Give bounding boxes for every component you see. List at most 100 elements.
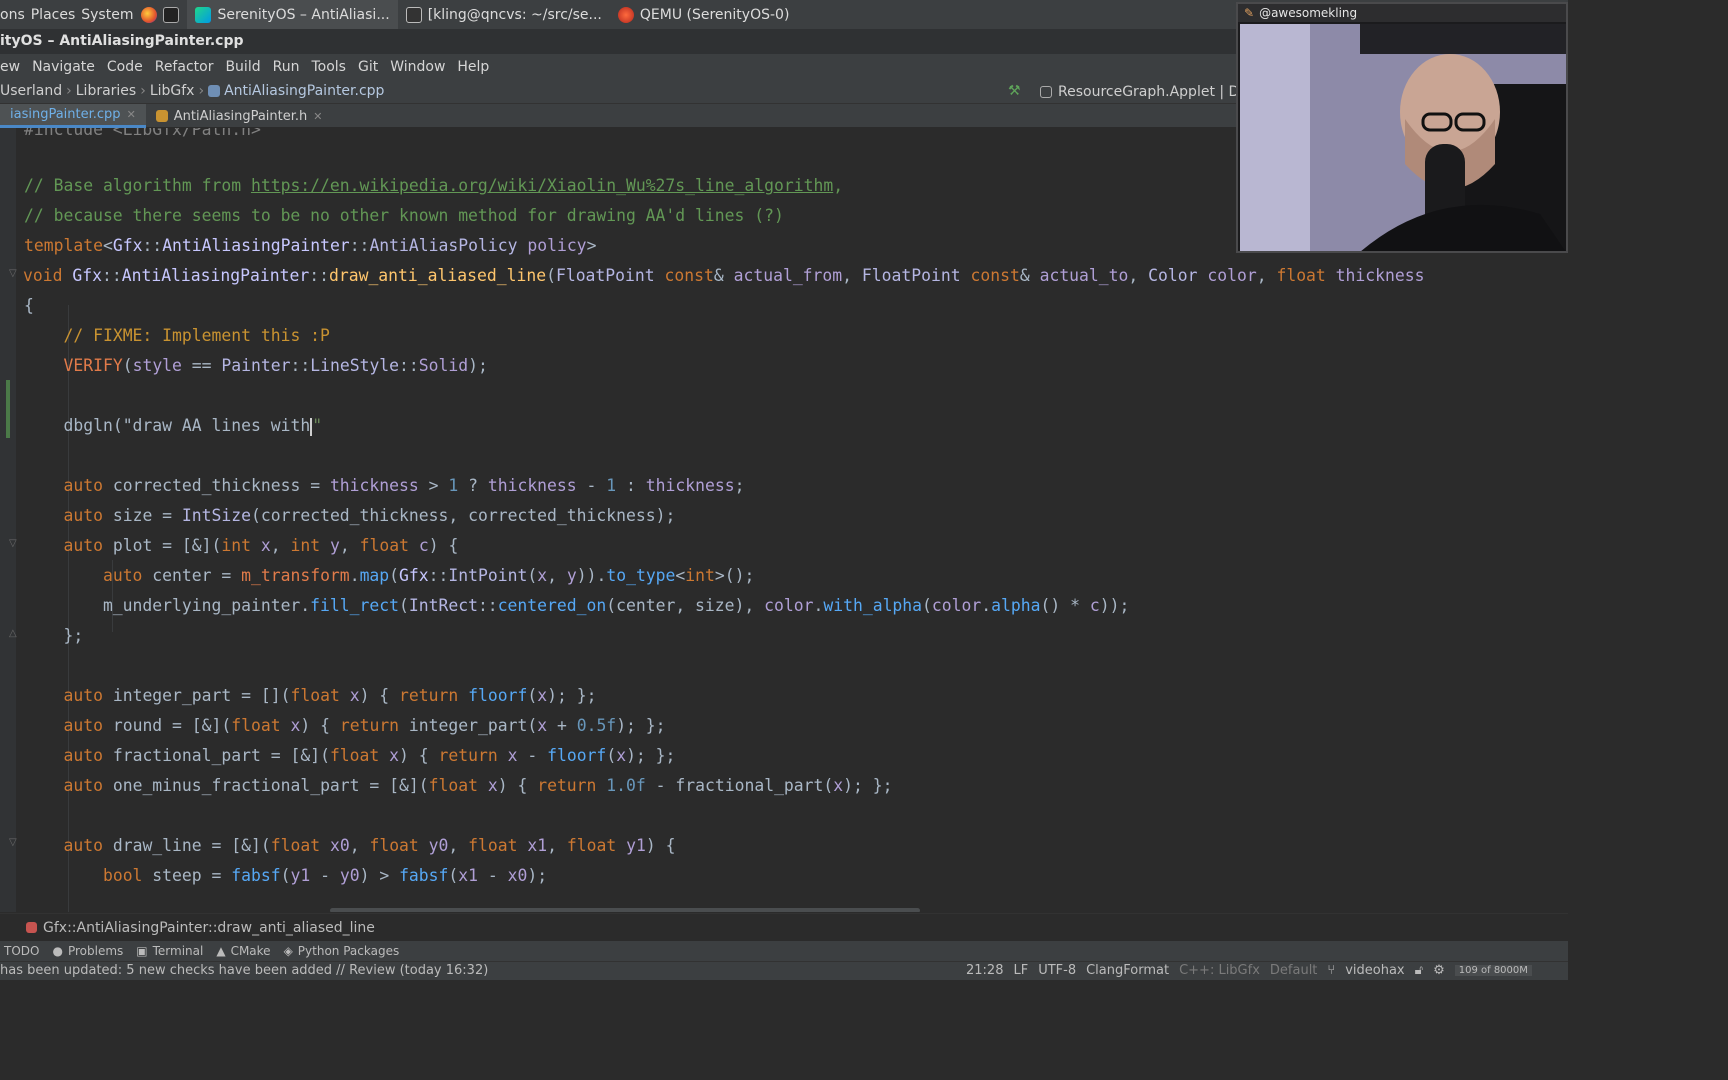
task-terminal-label: [kling@qncvs: ~/src/se...	[427, 6, 602, 23]
dbgln-call: dbgln("draw AA lines with	[63, 416, 311, 435]
line-separator[interactable]: LF	[1013, 963, 1028, 978]
task-qemu-label: QEMU (SerenityOS-0)	[639, 6, 790, 23]
crumb-file[interactable]: AntiAliasingPainter.cpp	[224, 83, 384, 99]
close-icon[interactable]: ✕	[127, 108, 136, 121]
menu-navigate[interactable]: Navigate	[32, 59, 107, 75]
task-qemu[interactable]: QEMU (SerenityOS-0)	[610, 0, 798, 29]
crumb-libraries[interactable]: Libraries	[76, 83, 136, 99]
packages-icon: ◈	[283, 944, 293, 958]
inspection-icon[interactable]: ⚙	[1433, 963, 1445, 978]
code-line: auto fractional_part = [&](float x) { re…	[63, 746, 676, 765]
tool-cmake-label: CMake	[230, 944, 271, 958]
comment-text: ,	[833, 176, 844, 195]
code-line: auto size = IntSize(corrected_thickness,…	[63, 506, 676, 525]
menu-places[interactable]: Places	[31, 7, 82, 23]
tab-header[interactable]: AntiAliasingPainter.h ✕	[146, 104, 333, 128]
code-line: template<Gfx::AntiAliasingPainter::AntiA…	[24, 236, 597, 255]
code-line: auto integer_part = [](float x) { return…	[63, 686, 597, 705]
tool-todo[interactable]: TODO	[0, 944, 48, 958]
code-line: auto plot = [&](int x, int y, float c) {	[63, 536, 459, 555]
crumb-libgfx[interactable]: LibGfx	[150, 83, 195, 99]
status-message[interactable]: has been updated: 5 new checks have been…	[0, 963, 488, 978]
editor-gutter[interactable]	[0, 128, 16, 912]
tool-window-bar: TODO ● Problems ▣ Terminal ▲ CMake ◈ Python …	[0, 941, 1568, 961]
task-terminal[interactable]: [kling@qncvs: ~/src/se...	[398, 0, 610, 29]
firefox-icon[interactable]	[141, 6, 158, 23]
caret-position[interactable]: 21:28	[966, 963, 1003, 978]
dbgln-quote: "	[312, 416, 323, 435]
git-branch[interactable]: videohax	[1345, 963, 1404, 978]
change-marker[interactable]	[6, 380, 10, 438]
tab-cpp-label: iasingPainter.cpp	[10, 107, 121, 122]
menu-window[interactable]: Window	[390, 59, 457, 75]
problems-icon: ●	[52, 944, 63, 958]
tool-problems-label: Problems	[67, 944, 124, 958]
menu-refactor[interactable]: Refactor	[155, 59, 226, 75]
memory-indicator[interactable]: 109 of 8000M	[1454, 965, 1532, 976]
close-icon[interactable]: ✕	[313, 110, 322, 123]
terminal-icon[interactable]	[163, 6, 180, 23]
menu-tools[interactable]: Tools	[311, 59, 358, 75]
streamer-video-frame	[1240, 24, 1566, 251]
header-file-icon	[155, 110, 168, 122]
tool-cmake[interactable]: ▲ CMake	[212, 944, 279, 958]
menu-applications[interactable]: ons	[0, 7, 31, 23]
task-clion[interactable]: SerenityOS – AntiAliasi...	[187, 0, 398, 29]
chevron-right-icon: ›	[66, 83, 72, 99]
run-configuration-selector[interactable]: ResourceGraph.Applet | De	[1040, 81, 1248, 102]
chevron-right-icon: ›	[198, 83, 205, 99]
tool-python-packages[interactable]: ◈ Python Packages	[280, 944, 409, 958]
fold-icon[interactable]: △	[9, 628, 21, 640]
build-hammer-icon[interactable]: ⚒	[1008, 83, 1024, 99]
profile-name[interactable]: Default	[1270, 963, 1318, 978]
lock-icon[interactable]: 🔓︎	[1415, 963, 1423, 978]
comment-text: // Base algorithm from	[24, 176, 251, 195]
qemu-icon	[617, 6, 634, 23]
code-line: // because there seems to be no other kn…	[24, 206, 784, 225]
code-line: VERIFY(style == Painter::LineStyle::Soli…	[63, 356, 488, 375]
menu-help[interactable]: Help	[457, 59, 501, 75]
crumb-userland[interactable]: Userland	[0, 83, 62, 99]
structure-breadcrumb[interactable]: Gfx::AntiAliasingPainter::draw_anti_alia…	[0, 913, 1568, 941]
code-line: auto corrected_thickness = thickness > 1…	[63, 476, 745, 495]
tool-terminal[interactable]: ▣ Terminal	[132, 944, 212, 958]
code-line: m_underlying_painter.fill_rect(IntRect::…	[24, 596, 1130, 615]
code-line: };	[24, 626, 84, 645]
resolve-context[interactable]: C++: LibGfx	[1179, 963, 1260, 978]
menu-git[interactable]: Git	[358, 59, 390, 75]
code-line: dbgln("draw AA lines with "	[24, 411, 322, 441]
code-formatter[interactable]: ClangFormat	[1086, 963, 1169, 978]
fold-icon[interactable]: ▽	[9, 268, 21, 280]
function-icon	[26, 922, 37, 933]
code-line: bool steep = fabsf(y1 - y0) > fabsf(x1 -…	[102, 866, 548, 885]
menu-code[interactable]: Code	[107, 59, 155, 75]
code-line: auto one_minus_fractional_part = [&](flo…	[63, 776, 893, 795]
webcam-video	[1240, 24, 1566, 251]
tool-todo-label: TODO	[4, 944, 40, 958]
code-line: #include <LibGfx/Path.h>	[24, 128, 261, 139]
fold-icon[interactable]: ▽	[9, 837, 21, 849]
menu-system[interactable]: System	[81, 7, 139, 23]
git-branch-icon: ⑂	[1327, 963, 1336, 978]
fold-icon[interactable]: ▽	[9, 538, 21, 550]
code-line: auto center = m_transform.map(Gfx::IntPo…	[102, 566, 755, 585]
menu-view[interactable]: ew	[0, 59, 32, 75]
tab-cpp[interactable]: iasingPainter.cpp ✕	[0, 104, 146, 128]
tool-terminal-label: Terminal	[152, 944, 204, 958]
streamer-icon: ✎	[1244, 6, 1255, 20]
menu-run[interactable]: Run	[273, 59, 312, 75]
file-encoding[interactable]: UTF-8	[1038, 963, 1076, 978]
run-config-label: ResourceGraph.Applet | De	[1058, 83, 1248, 100]
code-line: {	[24, 296, 34, 315]
code-line: auto round = [&](float x) { return integ…	[63, 716, 666, 735]
comment-link[interactable]: https://en.wikipedia.org/wiki/Xiaolin_Wu…	[251, 176, 833, 195]
terminal-window-icon	[405, 6, 422, 23]
webcam-overlay: ✎ @awesomekling	[1236, 2, 1568, 253]
chevron-right-icon: ›	[140, 83, 146, 99]
webcam-title-bar: ✎ @awesomekling	[1238, 4, 1566, 22]
horizontal-scrollbar[interactable]	[330, 908, 920, 912]
code-line: // Base algorithm from https://en.wikipe…	[24, 171, 843, 201]
tool-problems[interactable]: ● Problems	[48, 944, 132, 958]
menu-build[interactable]: Build	[225, 59, 272, 75]
code-line: void Gfx::AntiAliasingPainter::draw_anti…	[23, 266, 1425, 285]
